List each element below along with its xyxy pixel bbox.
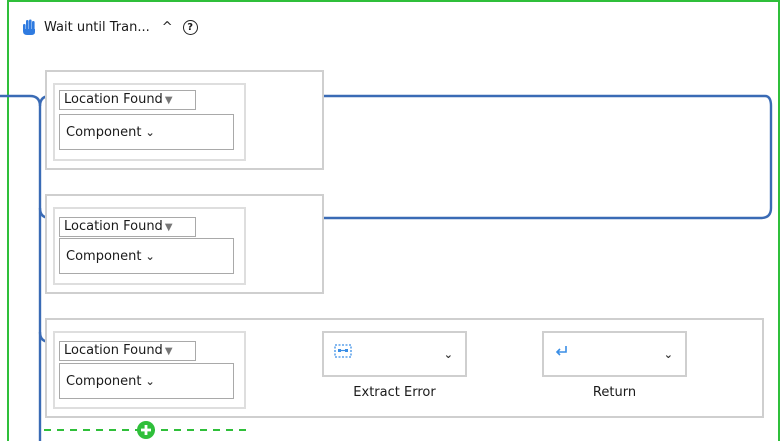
extract-error-label: Extract Error [353,385,436,400]
dropdown-triangle-icon: ▼ [164,222,173,233]
chevron-down-icon: ⌄ [145,249,155,263]
return-label: Return [592,385,637,400]
dropdown-triangle-icon: ▼ [164,346,173,357]
component-label: Component [66,373,142,389]
condition-select[interactable]: Location Found ▼ [59,90,196,110]
component-label: Component [66,124,142,140]
condition-select[interactable]: Location Found ▼ [59,217,196,237]
chevron-down-icon[interactable]: ⌄ [444,348,453,361]
component-dropdown[interactable]: Component ⌄ [59,363,234,399]
extract-icon [334,344,352,358]
component-dropdown[interactable]: Component ⌄ [59,114,234,150]
add-branch-icon [137,421,155,439]
condition-select-label: Location Found [64,219,163,234]
condition-select-label: Location Found [64,92,163,107]
condition-select-label: Location Found [64,343,163,358]
component-dropdown[interactable]: Component ⌄ [59,238,234,274]
component-label: Component [66,248,142,264]
chevron-down-icon: ⌄ [145,374,155,388]
dropdown-triangle-icon: ▼ [164,95,173,106]
chevron-down-icon: ⌄ [145,125,155,139]
condition-select[interactable]: Location Found ▼ [59,341,196,361]
chevron-down-icon[interactable]: ⌄ [664,348,673,361]
extract-error-action[interactable]: ⌄ [322,331,467,377]
return-action[interactable]: ⌄ [542,331,687,377]
return-icon [555,346,567,356]
